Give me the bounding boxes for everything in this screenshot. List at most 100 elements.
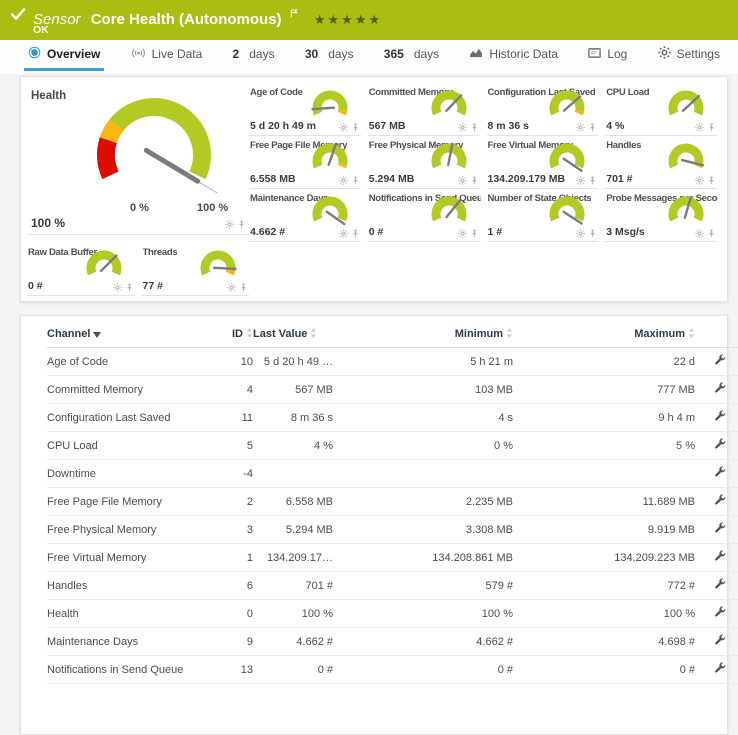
gear-icon[interactable] <box>339 123 348 132</box>
tab-days-30[interactable]: 30days <box>301 40 358 71</box>
pin-icon[interactable] <box>125 283 134 292</box>
gear-icon[interactable] <box>227 283 236 292</box>
column-header-maximum[interactable]: Maximum <box>513 318 695 348</box>
table-row: CPU Load54 %0 %5 % <box>47 432 738 460</box>
pin-icon[interactable] <box>470 176 479 185</box>
channel-name[interactable]: Committed Memory <box>47 376 205 404</box>
channel-name[interactable]: Health <box>47 600 205 628</box>
channel-name[interactable]: Age of Code <box>47 348 205 376</box>
gear-icon[interactable] <box>576 123 585 132</box>
gauge-cell-free-virtual-memory[interactable]: Free Virtual Memory134.209.179 MB <box>487 136 599 189</box>
gear-icon[interactable] <box>225 220 234 229</box>
wrench-icon[interactable] <box>714 606 726 618</box>
tab-days-365[interactable]: 365days <box>380 40 443 71</box>
pin-icon[interactable] <box>470 229 479 238</box>
channel-last-value: 5.294 MB <box>253 516 333 544</box>
sort-icon <box>503 328 513 340</box>
wrench-icon[interactable] <box>714 634 726 646</box>
priority-flag-icon[interactable] <box>290 5 302 22</box>
gauge-cell-cpu-load[interactable]: CPU Load4 % <box>605 83 717 136</box>
tab-historic-data[interactable]: Historic Data <box>465 40 562 71</box>
gauge-cell-notifications-in-send-queue[interactable]: Notifications in Send Queue0 # <box>368 189 480 242</box>
pin-icon[interactable] <box>588 123 597 132</box>
column-header-minimum[interactable]: Minimum <box>333 318 513 348</box>
channel-name[interactable]: Free Physical Memory <box>47 516 205 544</box>
channel-name[interactable]: Free Page File Memory <box>47 488 205 516</box>
tab-log[interactable]: Log <box>584 40 631 71</box>
pin-icon[interactable] <box>707 229 716 238</box>
pin-icon[interactable] <box>237 220 246 229</box>
pin-icon[interactable] <box>707 176 716 185</box>
gear-icon[interactable] <box>695 123 704 132</box>
wrench-icon[interactable] <box>714 354 726 366</box>
gear-icon[interactable] <box>576 176 585 185</box>
channel-name[interactable]: CPU Load <box>47 432 205 460</box>
gear-icon[interactable] <box>458 229 467 238</box>
wrench-icon[interactable] <box>714 522 726 534</box>
tab-live-data[interactable]: Live Data <box>127 40 207 71</box>
gear-icon[interactable] <box>576 229 585 238</box>
tab-label: Settings <box>677 47 720 61</box>
gear-icon[interactable] <box>113 283 122 292</box>
wrench-icon[interactable] <box>714 382 726 394</box>
tab-overview[interactable]: Overview <box>24 40 104 71</box>
gauge-cell-age-of-code[interactable]: Age of Code5 d 20 h 49 m <box>249 83 361 136</box>
pin-icon[interactable] <box>470 123 479 132</box>
wrench-icon[interactable] <box>714 410 726 422</box>
channel-name[interactable]: Downtime <box>47 460 205 488</box>
gauge-cell-configuration-last-saved[interactable]: Configuration Last Saved8 m 36 s <box>487 83 599 136</box>
gauge-value: 0 # <box>28 280 43 292</box>
channel-name[interactable]: Free Virtual Memory <box>47 544 205 572</box>
sorted-desc-icon <box>90 328 101 340</box>
gear-icon[interactable] <box>695 229 704 238</box>
gauge-cell-actions <box>458 229 479 238</box>
gear-icon[interactable] <box>458 123 467 132</box>
small-gauges-row4: Raw Data Buffer0 #Threads77 # <box>27 243 249 296</box>
pin-icon[interactable] <box>588 229 597 238</box>
gauge-cell-free-page-file-memory[interactable]: Free Page File Memory6.558 MB <box>249 136 361 189</box>
tab-label: Live Data <box>152 47 203 61</box>
broadcast-icon <box>131 47 146 61</box>
pin-icon[interactable] <box>351 176 360 185</box>
pin-icon[interactable] <box>239 283 248 292</box>
wrench-icon[interactable] <box>714 550 726 562</box>
gauge-cell-committed-memory[interactable]: Committed Memory567 MB <box>368 83 480 136</box>
gauge-cell-actions <box>695 176 716 185</box>
channel-minimum: 579 # <box>333 572 513 600</box>
wrench-icon[interactable] <box>714 466 726 478</box>
tab-strip: Overview Live Data 2days 30days 365days Histo… <box>0 40 738 74</box>
wrench-icon[interactable] <box>714 662 726 674</box>
gauge-cell-free-physical-memory[interactable]: Free Physical Memory5.294 MB <box>368 136 480 189</box>
gear-icon[interactable] <box>695 176 704 185</box>
wrench-icon[interactable] <box>714 578 726 590</box>
channel-minimum <box>333 460 513 488</box>
column-header-id[interactable]: ID <box>205 318 253 348</box>
gauge-cell-health[interactable]: Health 0 % 100 % 100 % <box>27 83 249 235</box>
gear-icon[interactable] <box>339 229 348 238</box>
tab-days-2[interactable]: 2days <box>229 40 279 71</box>
tab-settings[interactable]: Settings <box>654 40 724 71</box>
tab-label: days <box>328 47 353 61</box>
gauge-cell-handles[interactable]: Handles701 # <box>605 136 717 189</box>
wrench-icon[interactable] <box>714 494 726 506</box>
wrench-icon[interactable] <box>714 438 726 450</box>
channel-id: 0 <box>205 600 253 628</box>
gauge-cell-threads[interactable]: Threads77 # <box>142 243 250 296</box>
tab-label: Log <box>607 47 627 61</box>
channel-name[interactable]: Handles <box>47 572 205 600</box>
gear-icon[interactable] <box>458 176 467 185</box>
gauge-cell-probe-messages-per-second[interactable]: Probe Messages per Second3 Msg/s <box>605 189 717 242</box>
pin-icon[interactable] <box>588 176 597 185</box>
gauge-cell-raw-data-buffer[interactable]: Raw Data Buffer0 # <box>27 243 135 296</box>
channel-name[interactable]: Notifications in Send Queue <box>47 656 205 684</box>
pin-icon[interactable] <box>351 229 360 238</box>
pin-icon[interactable] <box>707 123 716 132</box>
gear-icon[interactable] <box>339 176 348 185</box>
column-header-last-value[interactable]: Last Value <box>253 318 333 348</box>
gauge-cell-number-of-state-objects[interactable]: Number of State Objects1 # <box>487 189 599 242</box>
column-header-channel[interactable]: Channel <box>47 318 205 348</box>
pin-icon[interactable] <box>351 123 360 132</box>
gauge-cell-maintenance-days[interactable]: Maintenance Days4.662 # <box>249 189 361 242</box>
channel-name[interactable]: Configuration Last Saved <box>47 404 205 432</box>
priority-stars[interactable]: ★★★★★ <box>314 12 382 27</box>
